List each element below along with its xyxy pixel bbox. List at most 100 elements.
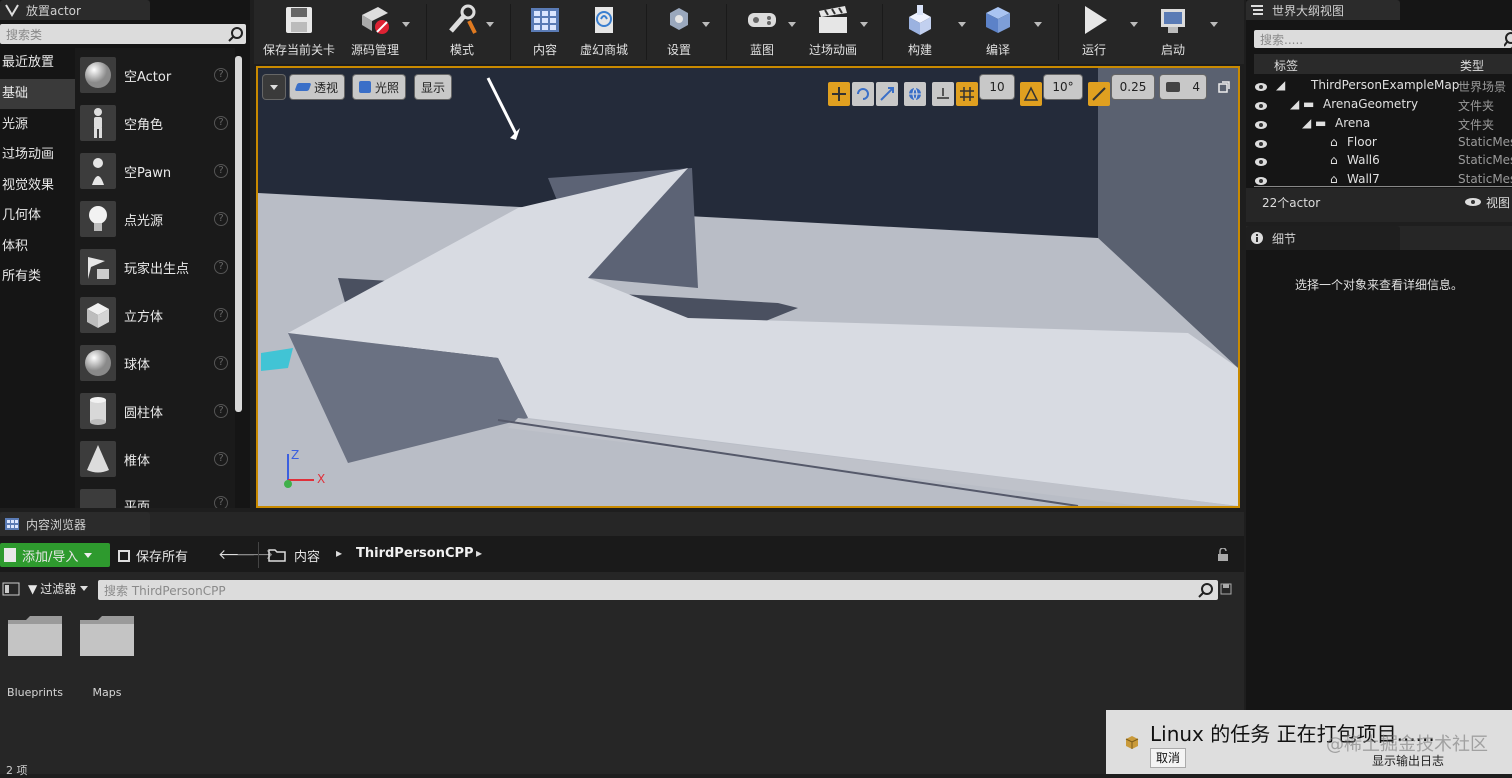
lock-icon[interactable] [1216, 547, 1230, 565]
lighting-button[interactable]: 光照 [353, 75, 406, 99]
actor-item-empty-pawn[interactable]: 空Pawn ? [78, 148, 234, 194]
actor-item-point-light[interactable]: 点光源 ? [78, 196, 234, 242]
chevron-down-icon[interactable] [1034, 22, 1042, 27]
save-level-button[interactable]: 保存当前关卡 [260, 0, 338, 64]
place-actor-tab[interactable]: 放置actor [0, 0, 150, 20]
actor-item-cone[interactable]: 椎体 ? [78, 436, 234, 482]
actor-item-plane[interactable]: 平面 ? [78, 484, 234, 508]
category-basic[interactable]: 基础 [0, 79, 75, 109]
col-type-header[interactable]: 类型 [1460, 57, 1484, 74]
scale-icon[interactable] [876, 82, 898, 106]
category-visual-effects[interactable]: 视觉效果 [0, 171, 75, 201]
add-import-button[interactable]: 添加/导入 [0, 543, 110, 567]
chevron-down-icon[interactable] [1130, 22, 1138, 27]
sources-toggle-icon[interactable] [2, 582, 20, 599]
folder-icon[interactable] [6, 614, 64, 658]
category-cinematic[interactable]: 过场动画 [0, 140, 75, 170]
outliner-search-input[interactable]: 搜索..... [1254, 30, 1512, 48]
maximize-viewport-icon[interactable] [1215, 77, 1233, 97]
search-icon[interactable] [228, 26, 244, 45]
category-volumes[interactable]: 体积 [0, 232, 75, 262]
world-outliner-tab[interactable]: 世界大纲视图 [1246, 0, 1400, 20]
folder-name[interactable]: Maps [72, 686, 142, 699]
eye-icon[interactable] [1254, 138, 1268, 148]
chevron-down-icon[interactable] [788, 22, 796, 27]
chevron-down-icon[interactable] [402, 22, 410, 27]
eye-icon[interactable] [1254, 81, 1268, 91]
play-button[interactable]: 运行 [1068, 0, 1120, 64]
rotation-snap-value[interactable]: 10° [1044, 75, 1082, 99]
view-options-button[interactable]: 视图 [1486, 194, 1510, 211]
surface-snap-icon[interactable] [932, 82, 954, 106]
search-icon[interactable] [1198, 582, 1214, 601]
help-icon[interactable]: ? [214, 308, 228, 322]
content-button[interactable]: 内容 [518, 0, 572, 64]
chevron-down-icon[interactable] [702, 22, 710, 27]
modes-button[interactable]: 模式 [432, 0, 492, 64]
rotation-snap-icon[interactable] [1020, 82, 1042, 106]
build-button[interactable]: 构建 [894, 0, 946, 64]
show-button[interactable]: 显示 [415, 75, 452, 99]
compile-button[interactable]: 编译 [972, 0, 1024, 64]
eye-icon[interactable] [1254, 156, 1268, 166]
grid-snap-value[interactable]: 10 [980, 75, 1014, 99]
outliner-row[interactable]: ◢ ThirdPersonExampleMap 世界场景 [1254, 78, 1512, 97]
details-tab[interactable]: 细节 [1246, 226, 1400, 250]
level-viewport[interactable]: 透视 光照 显示 10 10° 0.25 4 Z X [256, 66, 1240, 508]
help-icon[interactable]: ? [214, 68, 228, 82]
help-icon[interactable]: ? [214, 356, 228, 370]
settings-button[interactable]: 设置 [654, 0, 704, 64]
outliner-row[interactable]: ◢ ▬ ArenaGeometry 文件夹 [1254, 97, 1512, 116]
chevron-down-icon[interactable] [860, 22, 868, 27]
marketplace-button[interactable]: 虚幻商城 [574, 0, 634, 64]
outliner-row[interactable]: ⌂ Floor StaticMes [1254, 135, 1512, 154]
filters-button[interactable]: ▼ 过滤器 [28, 580, 89, 597]
actor-item-empty-character[interactable]: 空角色 ? [78, 100, 234, 146]
col-label-header[interactable]: 标签 [1274, 57, 1298, 74]
breadcrumb-root[interactable]: 内容 [294, 546, 320, 565]
scale-snap-value[interactable]: 0.25 [1112, 75, 1154, 99]
help-icon[interactable]: ? [214, 260, 228, 274]
actor-item-sphere[interactable]: 球体 ? [78, 340, 234, 386]
category-geometry[interactable]: 几何体 [0, 201, 75, 231]
actor-item-empty-actor[interactable]: 空Actor ? [78, 52, 234, 98]
outliner-row[interactable]: ⌂ Wall6 StaticMes [1254, 153, 1512, 172]
actor-item-cube[interactable]: 立方体 ? [78, 292, 234, 338]
outliner-row[interactable]: ◢ ▬ Arena 文件夹 [1254, 116, 1512, 135]
eye-icon[interactable] [1254, 119, 1268, 129]
category-all-classes[interactable]: 所有类 [0, 262, 75, 292]
help-icon[interactable]: ? [214, 212, 228, 226]
eye-icon[interactable] [1254, 100, 1268, 110]
help-icon[interactable]: ? [214, 496, 228, 508]
content-browser-tab[interactable]: 内容浏览器 [0, 512, 150, 536]
actor-item-cylinder[interactable]: 圆柱体 ? [78, 388, 234, 434]
save-search-icon[interactable] [1220, 583, 1232, 598]
world-space-icon[interactable] [904, 82, 926, 106]
save-all-button[interactable]: 保存所有 [118, 546, 188, 565]
folder-open-icon[interactable] [268, 548, 286, 565]
actor-item-player-start[interactable]: 玩家出生点 ? [78, 244, 234, 290]
chevron-down-icon[interactable] [1210, 22, 1218, 27]
help-icon[interactable]: ? [214, 116, 228, 130]
cinematics-button[interactable]: 过场动画 [802, 0, 864, 64]
place-actor-search-input[interactable]: 搜索类 [0, 24, 246, 44]
scale-snap-icon[interactable] [1088, 82, 1110, 106]
blueprint-button[interactable]: 蓝图 [736, 0, 788, 64]
help-icon[interactable]: ? [214, 452, 228, 466]
cancel-button[interactable]: 取消 [1150, 748, 1186, 768]
category-lights[interactable]: 光源 [0, 110, 75, 140]
grid-snap-icon[interactable] [956, 82, 978, 106]
folder-icon[interactable] [78, 614, 136, 658]
source-control-button[interactable]: 源码管理 [346, 0, 404, 64]
viewport-options-button[interactable] [263, 75, 285, 99]
perspective-button[interactable]: 透视 [290, 75, 345, 99]
chevron-down-icon[interactable] [958, 22, 966, 27]
chevron-down-icon[interactable] [486, 22, 494, 27]
content-search-input[interactable]: 搜索 ThirdPersonCPP [98, 580, 1218, 600]
folder-name[interactable]: Blueprints [0, 686, 70, 699]
outliner-row[interactable]: ⌂ Wall7 StaticMes [1254, 172, 1512, 186]
help-icon[interactable]: ? [214, 404, 228, 418]
search-icon[interactable] [1503, 31, 1512, 50]
launch-button[interactable]: 启动 [1144, 0, 1202, 64]
category-recent[interactable]: 最近放置 [0, 48, 75, 78]
